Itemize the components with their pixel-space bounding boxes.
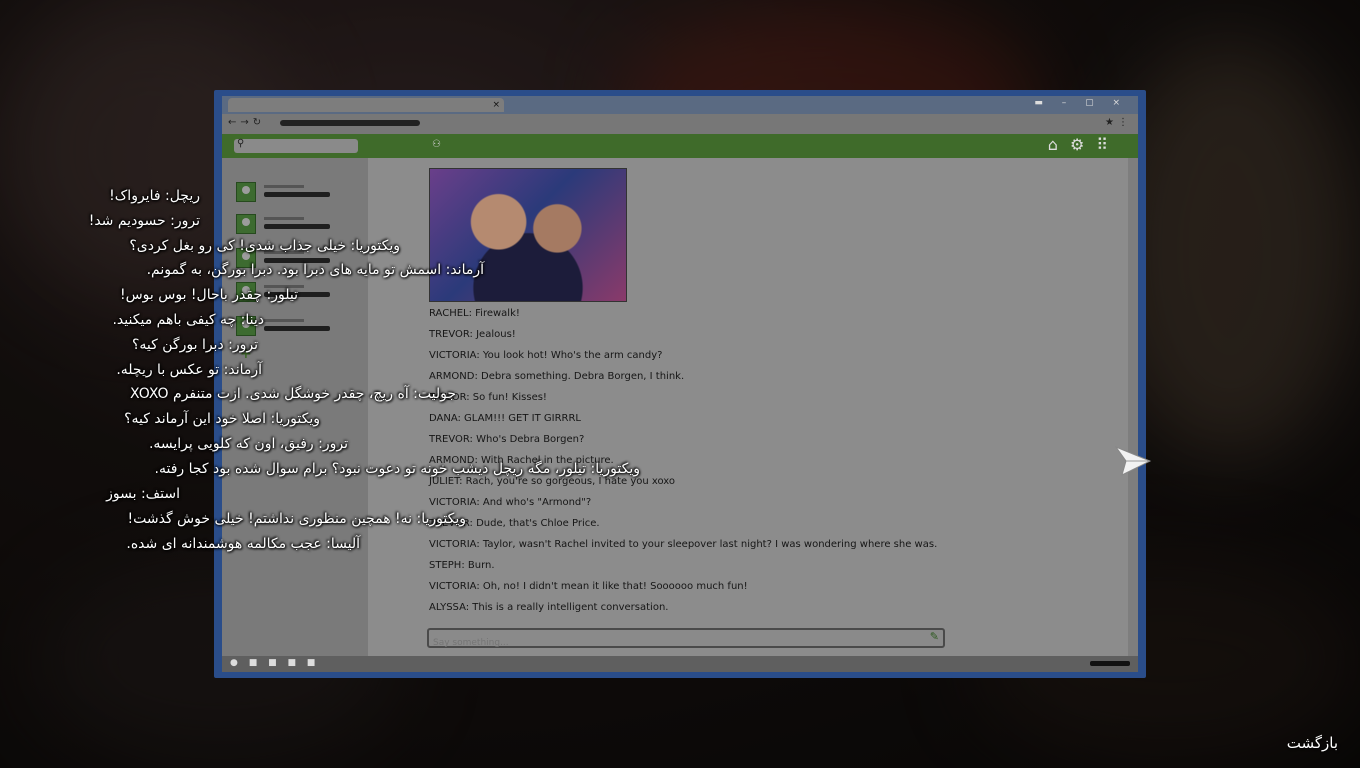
- list-item[interactable]: [236, 316, 356, 338]
- app-bar: ⚲ ⚇ ⌂⚙⠿: [222, 134, 1138, 158]
- browser-tab-3[interactable]: ×: [404, 98, 504, 112]
- search-icon: ⚲: [237, 138, 245, 149]
- tab-strip: × × × ▬ – ▢ ×: [222, 96, 1138, 114]
- chat-message: RACHEL: Firewalk!: [429, 308, 520, 319]
- shared-photo[interactable]: [429, 168, 627, 302]
- avatar: [236, 214, 256, 234]
- menu-icon[interactable]: ⋮: [1118, 117, 1128, 128]
- system-tray: [1090, 661, 1130, 666]
- chat-message: ARMOND: Debra something. Debra Borgen, I…: [429, 371, 685, 382]
- chat-message: STEPH: Burn.: [429, 560, 495, 571]
- star-icon[interactable]: ★: [1105, 117, 1114, 128]
- laptop-screen: × × × ▬ – ▢ × ←→↻ ★ ⋮ ⚲ ⚇ ⌂⚙⠿ +: [214, 90, 1146, 678]
- app-bar-icons: ⌂⚙⠿: [1048, 135, 1120, 154]
- address-bar: ←→↻ ★ ⋮: [222, 114, 1138, 134]
- add-contact-icon[interactable]: +: [240, 346, 252, 362]
- search-input[interactable]: ⚲: [234, 138, 358, 153]
- chat-pane: RACHEL: Firewalk! TREVOR: Jealous! VICTO…: [368, 158, 1128, 656]
- chat-message: TREVOR: Dude, that's Chloe Price.: [429, 518, 600, 529]
- chat-message: TAYLOR: So fun! Kisses!: [429, 392, 547, 403]
- chat-message: VICTORIA: Oh, no! I didn't mean it like …: [429, 581, 748, 592]
- list-item[interactable]: [236, 248, 356, 270]
- avatar: [236, 316, 256, 336]
- message-input-box: ✎: [427, 628, 945, 650]
- chat-message: VICTORIA: You look hot! Who's the arm ca…: [429, 350, 663, 361]
- user-icon: ⚇: [432, 139, 441, 150]
- browser-tab-1[interactable]: ×: [228, 98, 328, 112]
- avatar: [236, 182, 256, 202]
- list-item[interactable]: [236, 182, 356, 204]
- scrollbar[interactable]: [1128, 158, 1138, 656]
- gear-icon[interactable]: ⚙: [1070, 135, 1096, 154]
- message-input[interactable]: [429, 636, 917, 650]
- close-icon[interactable]: ×: [492, 98, 500, 112]
- nav-arrows-icon[interactable]: ←→↻: [228, 117, 265, 128]
- paper-plane-icon[interactable]: [1114, 443, 1152, 479]
- chat-message: TREVOR: Who's Debra Borgen?: [429, 434, 585, 445]
- contact-sidebar: +: [222, 158, 368, 656]
- list-item[interactable]: [236, 214, 356, 236]
- paperclip-icon[interactable]: ✎: [930, 630, 939, 643]
- grid-icon[interactable]: ⠿: [1096, 135, 1120, 154]
- home-icon[interactable]: ⌂: [1048, 135, 1070, 154]
- chat-message: ARMOND: With Rachel in the picture.: [429, 455, 614, 466]
- chat-message: ALYSSA: This is a really intelligent con…: [429, 602, 669, 613]
- browser-tab-2[interactable]: ×: [316, 98, 416, 112]
- chat-message: JULIET: Rach, you're so gorgeous, I hate…: [429, 476, 676, 487]
- back-button[interactable]: بازگشت: [1287, 734, 1338, 752]
- chat-message: TREVOR: Jealous!: [429, 329, 516, 340]
- avatar: [236, 248, 256, 268]
- chat-message: VICTORIA: Taylor, wasn't Rachel invited …: [429, 539, 938, 550]
- taskbar: ● ■ ■ ■ ■: [222, 656, 1138, 672]
- chat-message: VICTORIA: And who's "Armond"?: [429, 497, 592, 508]
- browser-window: × × × ▬ – ▢ × ←→↻ ★ ⋮ ⚲ ⚇ ⌂⚙⠿ +: [222, 96, 1138, 672]
- url-field[interactable]: [280, 120, 420, 126]
- list-item[interactable]: [236, 282, 356, 304]
- window-controls[interactable]: ▬ – ▢ ×: [1034, 98, 1128, 108]
- chat-message: DANA: GLAM!!! GET IT GIRRRL: [429, 413, 581, 424]
- taskbar-app-icons[interactable]: ● ■ ■ ■ ■: [230, 658, 319, 668]
- avatar: [236, 282, 256, 302]
